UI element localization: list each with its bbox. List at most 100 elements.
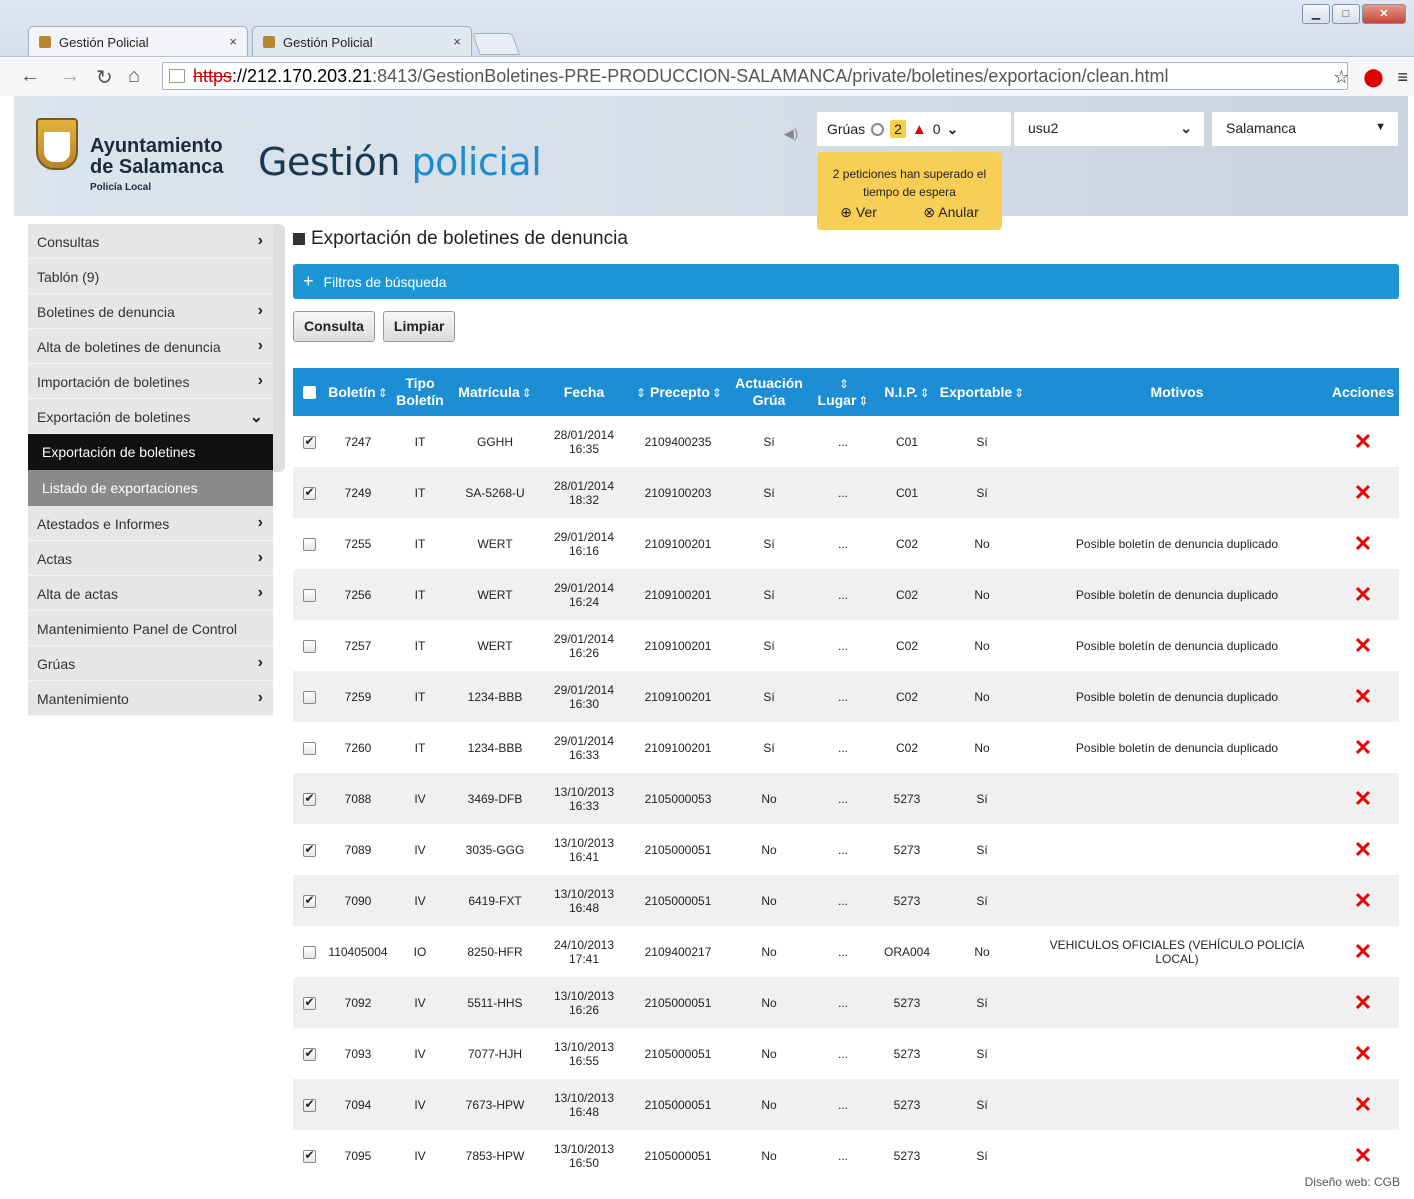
city-select[interactable]: Salamanca ▼ <box>1212 112 1398 146</box>
close-tab-icon[interactable]: × <box>229 34 237 49</box>
row-checkbox[interactable] <box>302 791 316 806</box>
window-controls: ▁ □ ✕ <box>1302 4 1406 24</box>
cell-lugar[interactable]: ... <box>809 926 877 977</box>
bookmark-star-icon[interactable]: ☆ <box>1333 67 1349 88</box>
home-icon[interactable]: ⌂ <box>128 65 140 88</box>
row-checkbox[interactable] <box>302 690 316 704</box>
speaker-icon[interactable]: ◀) <box>776 120 806 148</box>
sidebar-item-tablon[interactable]: Tablón (9) <box>28 259 273 294</box>
delete-icon[interactable]: ✕ <box>1354 633 1372 658</box>
reload-icon[interactable]: ↻ <box>96 65 113 90</box>
cell-lugar[interactable]: ... <box>809 1079 877 1130</box>
col-matricula[interactable]: Matrícula ⇕ <box>449 368 541 416</box>
row-checkbox[interactable] <box>302 945 316 959</box>
menu-icon[interactable]: ≡ <box>1397 67 1408 88</box>
delete-icon[interactable]: ✕ <box>1354 735 1372 760</box>
col-tipo[interactable]: Tipo Boletín <box>391 368 449 416</box>
cell-motivo: Posible boletín de denuncia duplicado <box>1075 587 1279 602</box>
page: Ayuntamiento de Salamanca Policía Local … <box>0 96 1414 1199</box>
limpiar-button[interactable]: Limpiar <box>382 311 456 342</box>
sidebar-item-mantenimiento[interactable]: Mantenimiento › <box>28 681 273 716</box>
browser-tab[interactable]: Gestión Policial × <box>252 26 472 56</box>
delete-icon[interactable]: ✕ <box>1354 429 1372 454</box>
col-precepto[interactable]: ⇕ Precepto ⇕ <box>627 368 729 416</box>
url-input[interactable]: https://212.170.203.21:8413/GestionBolet… <box>162 62 1348 90</box>
sidebar-item-exportacion[interactable]: Exportación de boletines ⌄ <box>28 399 273 434</box>
cell-lugar[interactable]: ... <box>809 875 877 926</box>
row-checkbox[interactable] <box>302 1046 316 1061</box>
delete-icon[interactable]: ✕ <box>1354 990 1372 1015</box>
delete-icon[interactable]: ✕ <box>1354 531 1372 556</box>
user-select[interactable]: usu2 ⌄ <box>1014 112 1204 146</box>
col-actuacion-grua[interactable]: Actuación Grúa <box>729 368 809 416</box>
row-checkbox[interactable] <box>302 893 316 908</box>
sidebar-item-gruas[interactable]: Grúas › <box>28 646 273 681</box>
select-all-checkbox[interactable] <box>302 386 316 400</box>
delete-icon[interactable]: ✕ <box>1354 480 1372 505</box>
row-checkbox[interactable] <box>302 485 316 500</box>
cell-fecha-date: 13/10/2013 <box>553 1141 615 1156</box>
minimize-icon[interactable]: ▁ <box>1302 4 1330 24</box>
sidebar-item-consultas[interactable]: Consultas › <box>28 224 273 259</box>
gruas-status[interactable]: Grúas 2 ▲ 0 ⌄ <box>817 112 1011 146</box>
delete-icon[interactable]: ✕ <box>1354 1092 1372 1117</box>
row-checkbox[interactable] <box>302 741 316 755</box>
delete-icon[interactable]: ✕ <box>1354 888 1372 913</box>
sidebar-item-boletines[interactable]: Boletines de denuncia › <box>28 294 273 329</box>
sidebar-subitem-listado[interactable]: Listado de exportaciones <box>28 470 273 506</box>
cell-lugar[interactable]: ... <box>809 977 877 1028</box>
row-checkbox[interactable] <box>302 639 316 653</box>
col-exportable[interactable]: Exportable ⇕ <box>937 368 1027 416</box>
row-checkbox[interactable] <box>302 537 316 551</box>
cell-lugar[interactable]: ... <box>809 671 877 722</box>
delete-icon[interactable]: ✕ <box>1354 837 1372 862</box>
delete-icon[interactable]: ✕ <box>1354 1143 1372 1168</box>
row-checkbox[interactable] <box>302 1148 316 1163</box>
cell-lugar[interactable]: ... <box>809 1028 877 1079</box>
cell-lugar[interactable]: ... <box>809 773 877 824</box>
col-boletin[interactable]: Boletín ⇕ <box>325 368 391 416</box>
delete-icon[interactable]: ✕ <box>1354 939 1372 964</box>
cell-lugar[interactable]: ... <box>809 620 877 671</box>
row-checkbox[interactable] <box>302 588 316 602</box>
sidebar-item-alta-actas[interactable]: Alta de actas › <box>28 576 273 611</box>
col-lugar[interactable]: ⇕ Lugar ⇕ <box>809 368 877 416</box>
cell-fecha-date: 13/10/2013 <box>553 1090 615 1105</box>
row-checkbox[interactable] <box>302 1097 316 1112</box>
cell-lugar[interactable]: ... <box>809 569 877 620</box>
new-tab-button[interactable] <box>471 33 521 55</box>
adblock-icon[interactable]: ⬤ <box>1363 67 1383 88</box>
cell-fecha-time: 17:41 <box>568 951 600 966</box>
sidebar-item-atestados[interactable]: Atestados e Informes › <box>28 506 273 541</box>
search-filters-toggle[interactable]: + Filtros de búsqueda <box>293 264 1399 299</box>
back-icon[interactable]: ← <box>20 65 40 88</box>
sidebar-subitem-exportacion[interactable]: Exportación de boletines <box>28 434 273 470</box>
close-tab-icon[interactable]: × <box>453 34 461 49</box>
col-fecha[interactable]: Fecha <box>541 368 627 416</box>
row-checkbox[interactable] <box>302 995 316 1010</box>
sidebar-collapse-handle[interactable] <box>273 224 285 472</box>
sidebar-item-mantenimiento-panel[interactable]: Mantenimiento Panel de Control <box>28 611 273 646</box>
delete-icon[interactable]: ✕ <box>1354 582 1372 607</box>
forward-icon[interactable]: → <box>60 65 80 88</box>
delete-icon[interactable]: ✕ <box>1354 1041 1372 1066</box>
cell-lugar[interactable]: ... <box>809 416 877 467</box>
cell-lugar[interactable]: ... <box>809 824 877 875</box>
row-checkbox[interactable] <box>302 434 316 449</box>
cell-lugar[interactable]: ... <box>809 722 877 773</box>
browser-tab-active[interactable]: Gestión Policial × <box>28 26 248 56</box>
cell-lugar[interactable]: ... <box>809 467 877 518</box>
delete-icon[interactable]: ✕ <box>1354 684 1372 709</box>
delete-icon[interactable]: ✕ <box>1354 786 1372 811</box>
row-checkbox[interactable] <box>302 842 316 857</box>
maximize-icon[interactable]: □ <box>1332 4 1360 24</box>
window-close-icon[interactable]: ✕ <box>1362 4 1406 24</box>
col-nip[interactable]: N.I.P. ⇕ <box>877 368 937 416</box>
consulta-button[interactable]: Consulta <box>293 311 375 342</box>
cell-lugar[interactable]: ... <box>809 518 877 569</box>
cell-lugar[interactable]: ... <box>809 1130 877 1181</box>
cell-tipo: IV <box>414 893 426 908</box>
sidebar-item-actas[interactable]: Actas › <box>28 541 273 576</box>
sidebar-item-alta-boletines[interactable]: Alta de boletines de denuncia › <box>28 329 273 364</box>
sidebar-item-importacion[interactable]: Importación de boletines › <box>28 364 273 399</box>
